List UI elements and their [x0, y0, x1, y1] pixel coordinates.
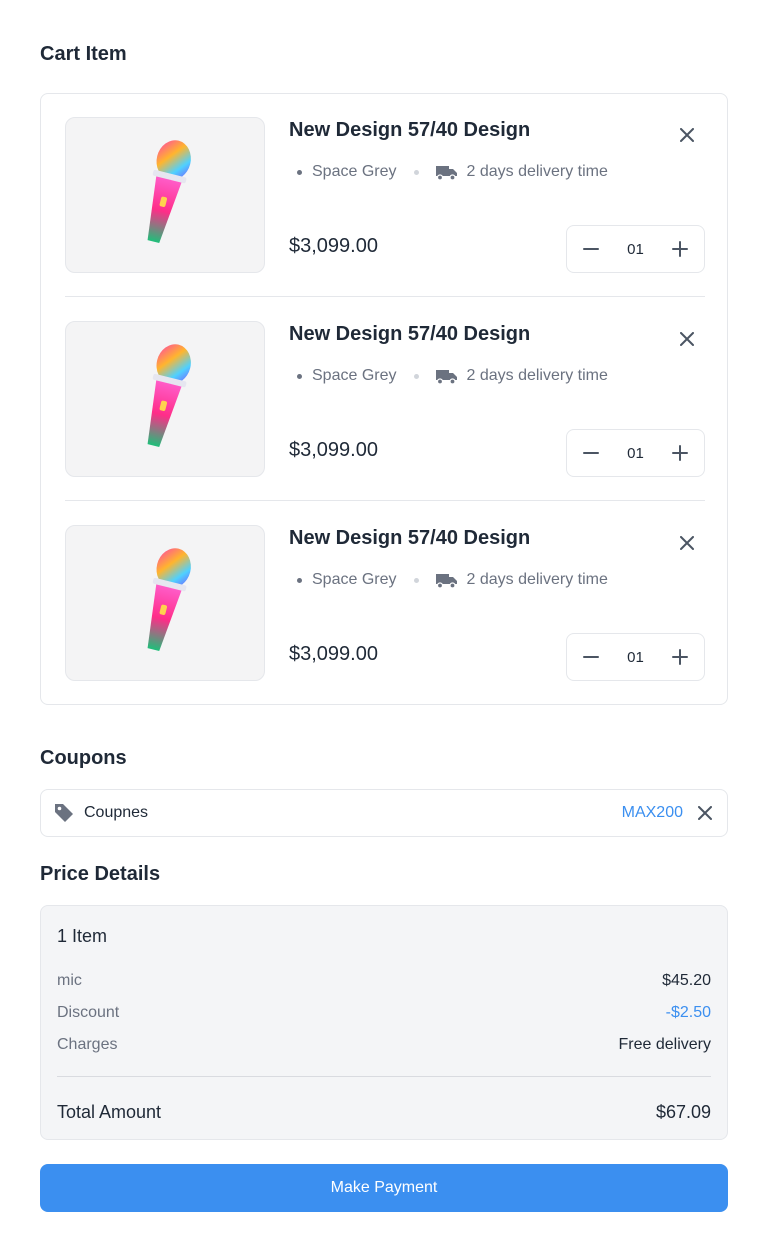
remove-item-button[interactable]	[675, 123, 699, 147]
decrease-button[interactable]	[581, 647, 601, 667]
separator-dot	[414, 373, 420, 379]
quantity-stepper: 01	[566, 225, 705, 273]
total-value: $67.09	[655, 1102, 711, 1122]
product-meta: Space Grey 2 days delivery time	[297, 571, 608, 589]
make-payment-button[interactable]: Make Payment	[40, 1164, 728, 1212]
close-icon	[680, 332, 694, 346]
product-image[interactable]	[65, 321, 265, 477]
divider	[57, 1076, 711, 1077]
product-name[interactable]: New Design 57/40 Design	[289, 527, 530, 550]
plus-icon	[672, 445, 688, 461]
close-icon	[680, 536, 694, 550]
product-color: Space Grey	[312, 163, 397, 180]
price-details-heading: Price Details	[40, 863, 161, 885]
total-row: Total Amount $67.09	[57, 1102, 711, 1123]
quantity-stepper: 01	[566, 633, 705, 681]
bullet-dot	[297, 373, 302, 379]
microphone-image	[147, 344, 191, 448]
cart-item: New Design 57/40 Design Space Grey 2 day…	[65, 117, 705, 297]
product-price: $3,099.00	[289, 235, 378, 257]
product-price: $3,099.00	[289, 643, 378, 665]
price-row-value: $45.20	[662, 972, 711, 989]
coupon-field[interactable]: Coupnes MAX200	[40, 789, 728, 837]
cart-heading: Cart Item	[40, 43, 127, 65]
quantity-value[interactable]: 01	[627, 649, 644, 666]
product-image[interactable]	[65, 525, 265, 681]
minus-icon	[583, 248, 599, 250]
product-price: $3,099.00	[289, 439, 378, 461]
decrease-button[interactable]	[581, 239, 601, 259]
minus-icon	[583, 656, 599, 658]
tag-icon	[55, 804, 73, 822]
remove-coupon-button[interactable]	[695, 803, 715, 823]
close-icon	[680, 128, 694, 142]
product-name[interactable]: New Design 57/40 Design	[289, 119, 530, 142]
microphone-image	[147, 140, 191, 244]
cart-item: New Design 57/40 Design Space Grey 2 day…	[65, 525, 705, 705]
price-summary: 1 Item mic $45.20 Discount -$2.50 Charge…	[40, 905, 728, 1140]
coupon-label: Coupnes	[84, 804, 149, 821]
price-row-label: mic	[57, 972, 82, 989]
remove-item-button[interactable]	[675, 327, 699, 351]
bullet-dot	[297, 169, 302, 175]
product-meta: Space Grey 2 days delivery time	[297, 163, 608, 181]
discount-row: Discount -$2.50	[57, 1004, 711, 1022]
delivery-time: 2 days delivery time	[466, 367, 608, 384]
price-row-label: Charges	[57, 1036, 118, 1053]
price-row: mic $45.20	[57, 972, 711, 990]
charges-value: Free delivery	[618, 1036, 711, 1053]
delivery-time: 2 days delivery time	[466, 571, 608, 588]
quantity-stepper: 01	[566, 429, 705, 477]
product-image[interactable]	[65, 117, 265, 273]
microphone-image	[147, 548, 191, 652]
product-color: Space Grey	[312, 367, 397, 384]
truck-icon	[435, 164, 458, 181]
quantity-value[interactable]: 01	[627, 241, 644, 258]
cart-list: New Design 57/40 Design Space Grey 2 day…	[40, 93, 728, 705]
product-meta: Space Grey 2 days delivery time	[297, 367, 608, 385]
increase-button[interactable]	[670, 647, 690, 667]
bullet-dot	[297, 577, 302, 583]
product-color: Space Grey	[312, 571, 397, 588]
cart-item: New Design 57/40 Design Space Grey 2 day…	[65, 321, 705, 501]
separator-dot	[414, 577, 420, 583]
increase-button[interactable]	[670, 443, 690, 463]
item-count: 1 Item	[57, 926, 108, 946]
plus-icon	[672, 241, 688, 257]
quantity-value[interactable]: 01	[627, 445, 644, 462]
total-label: Total Amount	[57, 1102, 162, 1122]
minus-icon	[583, 452, 599, 454]
increase-button[interactable]	[670, 239, 690, 259]
charges-row: Charges Free delivery	[57, 1036, 711, 1054]
coupon-code[interactable]: MAX200	[622, 804, 683, 822]
close-icon	[698, 806, 712, 820]
truck-icon	[435, 572, 458, 589]
decrease-button[interactable]	[581, 443, 601, 463]
coupons-heading: Coupons	[40, 747, 127, 769]
remove-item-button[interactable]	[675, 531, 699, 555]
truck-icon	[435, 368, 458, 385]
price-row-label: Discount	[57, 1004, 120, 1021]
delivery-time: 2 days delivery time	[466, 163, 608, 180]
plus-icon	[672, 649, 688, 665]
discount-value: -$2.50	[665, 1004, 711, 1021]
separator-dot	[414, 169, 420, 175]
product-name[interactable]: New Design 57/40 Design	[289, 323, 530, 346]
